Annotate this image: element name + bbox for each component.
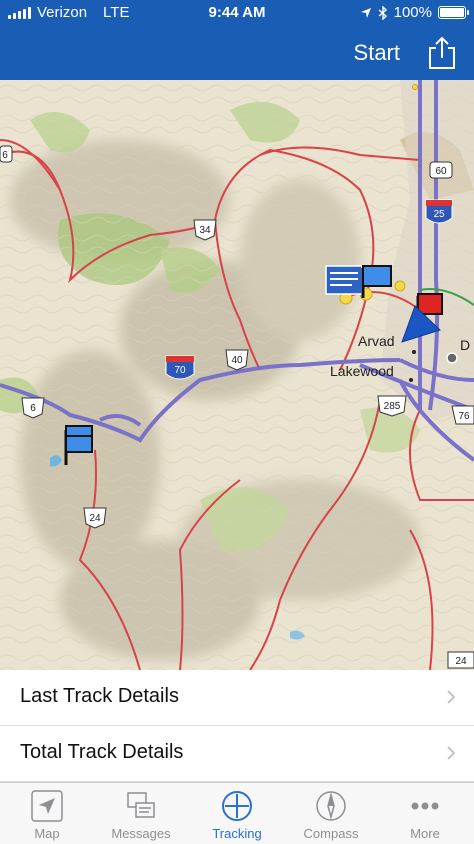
tab-map[interactable]: Map [2, 789, 92, 841]
place-lakewood: Lakewood [330, 363, 394, 379]
place-denver: D [460, 337, 470, 353]
shield-70: 70 [174, 365, 186, 376]
more-icon [411, 802, 439, 810]
shield-24-left: 24 [89, 513, 101, 524]
status-bar: Verizon LTE 9:44 AM 100% [0, 0, 474, 27]
shield-34: 34 [199, 225, 211, 236]
last-track-label: Last Track Details [20, 685, 179, 707]
location-arrow-icon [360, 7, 371, 18]
tab-messages-label: Messages [111, 826, 171, 841]
tab-messages[interactable]: Messages [96, 789, 186, 841]
tab-compass[interactable]: Compass [286, 789, 376, 841]
place-arvada: Arvad [358, 333, 395, 349]
shield-76: 76 [458, 411, 470, 422]
tab-tracking[interactable]: Tracking [192, 789, 282, 841]
bluetooth-icon [378, 5, 387, 20]
compass-icon [316, 791, 346, 821]
last-track-details-row[interactable]: Last Track Details [0, 670, 474, 726]
bottom-tab-bar: Map Messages Tracking Compass More [0, 782, 474, 844]
total-track-details-row[interactable]: Total Track Details [0, 726, 474, 782]
total-track-label: Total Track Details [20, 741, 184, 763]
tab-compass-label: Compass [303, 826, 359, 841]
chevron-right-icon [447, 690, 456, 704]
message-marker[interactable] [325, 265, 363, 295]
shield-285: 285 [384, 401, 401, 412]
shield-40: 40 [231, 355, 243, 366]
shield-6-left: 6 [30, 403, 36, 414]
top-nav-bar: Start [0, 27, 474, 80]
shield-24-bottom: 24 [455, 656, 467, 667]
tab-map-label: Map [34, 826, 60, 841]
track-details-list: Last Track Details Total Track Details [0, 670, 474, 782]
chevron-right-icon [447, 746, 456, 760]
messages-icon [127, 792, 155, 818]
map-canvas[interactable]: 6 34 40 70 6 285 24 25 60 76 24 Arvad La… [0, 80, 474, 670]
tab-tracking-label: Tracking [212, 826, 262, 841]
tracking-crosshair-icon [222, 791, 252, 821]
shield-60: 60 [435, 166, 447, 177]
start-button[interactable]: Start [354, 40, 400, 66]
tab-more-label: More [410, 826, 440, 841]
battery-icon [438, 6, 469, 19]
status-right: 100% [360, 4, 469, 21]
share-icon[interactable] [427, 36, 457, 70]
tab-more[interactable]: More [380, 789, 470, 841]
shield-6-top: 6 [2, 150, 8, 161]
battery-percent: 100% [393, 4, 432, 21]
shield-25: 25 [433, 209, 445, 220]
map-pointer-icon [31, 790, 63, 822]
topo-map[interactable]: 6 34 40 70 6 285 24 25 60 76 24 Arvad La… [0, 80, 474, 670]
